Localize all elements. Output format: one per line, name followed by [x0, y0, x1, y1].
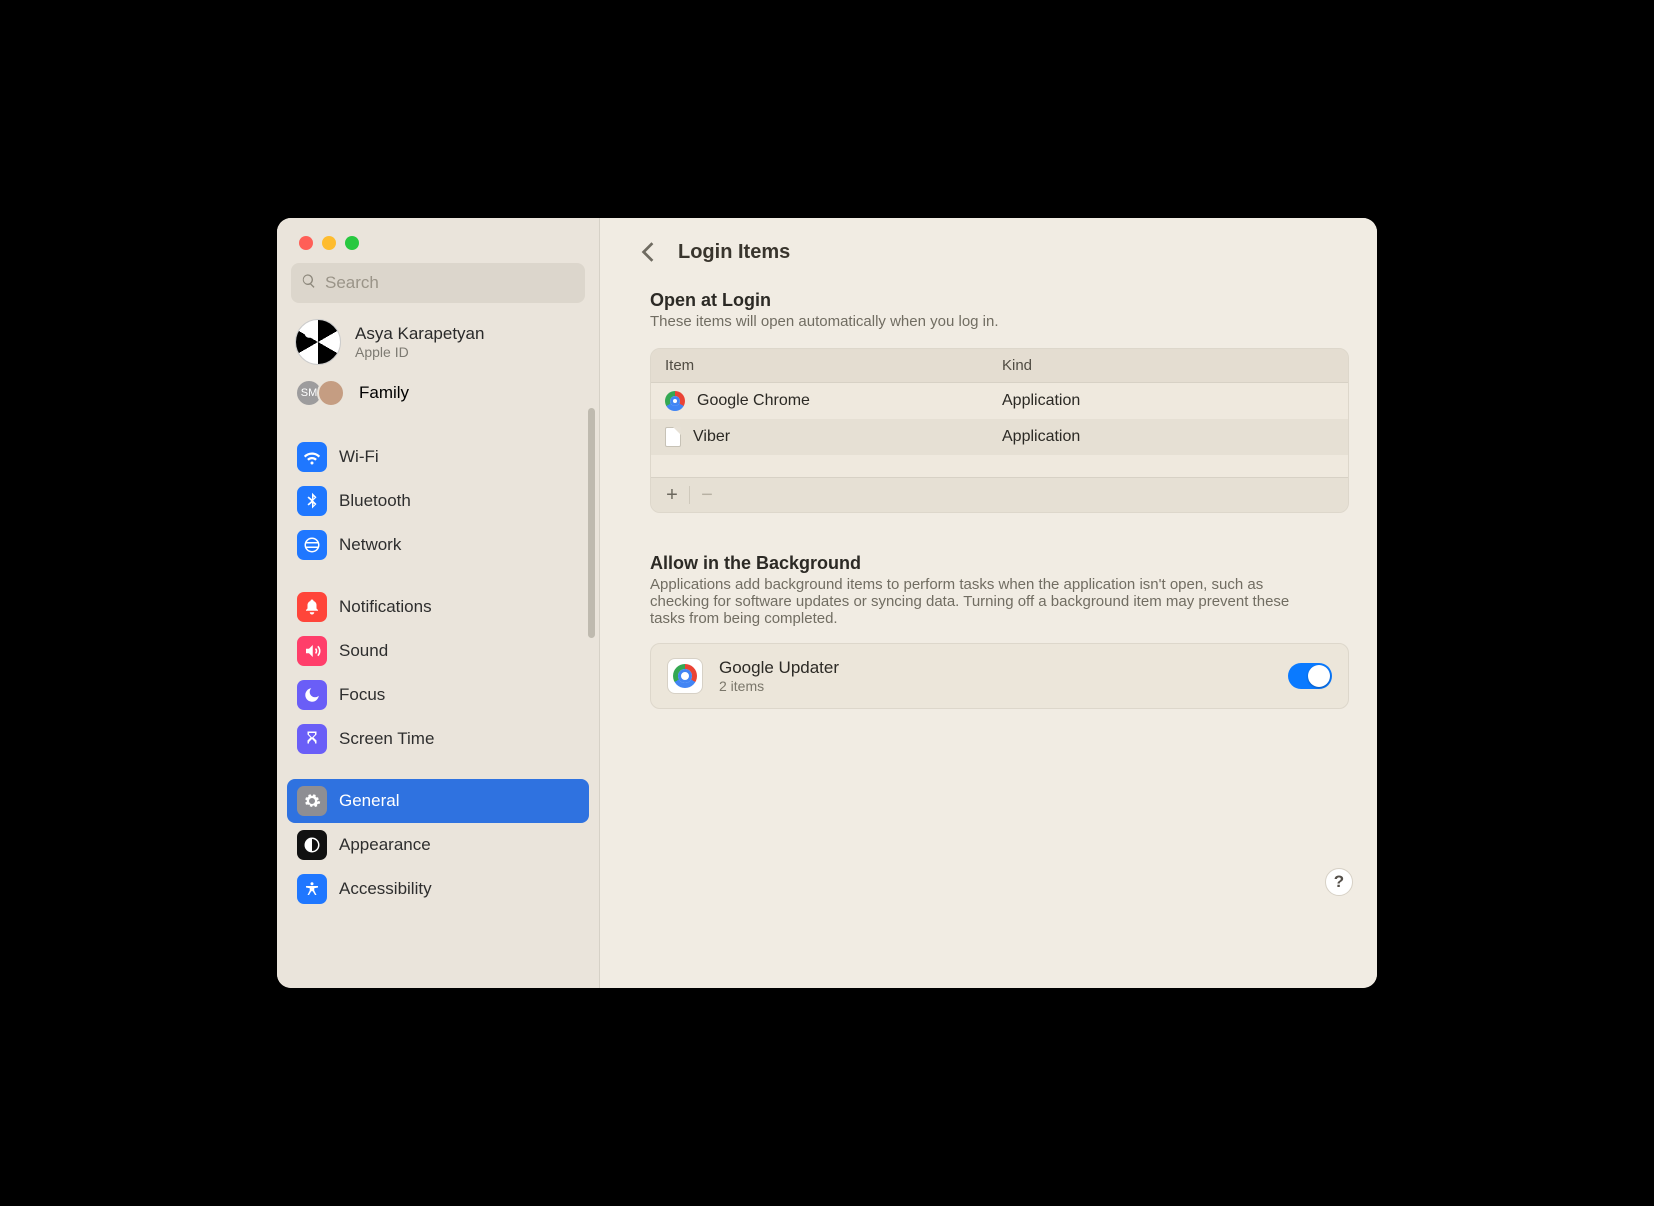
sidebar: Asya Karapetyan Apple ID SM Family Wi-Fi… [277, 218, 600, 988]
account-name: Asya Karapetyan [355, 324, 484, 344]
window-controls [277, 218, 599, 250]
chrome-icon [665, 391, 685, 411]
table-row[interactable]: Viber Application [651, 419, 1348, 455]
close-window-button[interactable] [299, 236, 313, 250]
table-empty-row [651, 455, 1348, 477]
sidebar-item-screentime[interactable]: Screen Time [287, 717, 589, 761]
minimize-window-button[interactable] [322, 236, 336, 250]
chrome-icon [673, 664, 697, 688]
network-icon [297, 530, 327, 560]
col-kind[interactable]: Kind [988, 349, 1348, 382]
speaker-icon [297, 636, 327, 666]
sidebar-item-label: Screen Time [339, 729, 434, 749]
search-input[interactable] [325, 273, 575, 293]
row-kind: Application [988, 384, 1348, 418]
help-button[interactable]: ? [1325, 868, 1353, 896]
back-button[interactable] [636, 240, 660, 264]
sidebar-item-focus[interactable]: Focus [287, 673, 589, 717]
row-kind: Application [988, 420, 1348, 454]
family-entry[interactable]: SM Family [287, 371, 589, 417]
open-at-login-sub: These items will open automatically when… [650, 313, 1349, 330]
sidebar-item-notifications[interactable]: Notifications [287, 585, 589, 629]
sidebar-item-network[interactable]: Network [287, 523, 589, 567]
background-sub: Applications add background items to per… [650, 576, 1310, 627]
sidebar-item-label: General [339, 791, 399, 811]
row-name: Google Chrome [697, 392, 810, 410]
sidebar-item-label: Network [339, 535, 401, 555]
sidebar-item-label: Appearance [339, 835, 431, 855]
sidebar-item-accessibility[interactable]: Accessibility [287, 867, 589, 911]
sidebar-item-label: Wi-Fi [339, 447, 379, 467]
apple-id-entry[interactable]: Asya Karapetyan Apple ID [287, 313, 589, 371]
family-label: Family [359, 383, 409, 403]
add-item-button[interactable]: + [661, 484, 683, 506]
sidebar-scrollbar[interactable] [588, 408, 595, 638]
remove-item-button[interactable]: − [696, 484, 718, 506]
login-items-table: Item Kind Google Chrome Application [650, 348, 1349, 513]
sidebar-item-label: Accessibility [339, 879, 432, 899]
search-icon [301, 273, 317, 294]
toggle-switch[interactable] [1288, 663, 1332, 689]
sidebar-item-label: Notifications [339, 597, 432, 617]
moon-icon [297, 680, 327, 710]
row-name: Viber [693, 428, 730, 446]
family-avatars: SM [295, 379, 345, 407]
background-list: Google Updater 2 items [650, 643, 1349, 709]
sidebar-item-label: Focus [339, 685, 385, 705]
appearance-icon [297, 830, 327, 860]
gear-icon [297, 786, 327, 816]
open-at-login-heading: Open at Login [650, 290, 1349, 311]
background-item[interactable]: Google Updater 2 items [651, 644, 1348, 708]
wifi-icon [297, 442, 327, 472]
table-row[interactable]: Google Chrome Application [651, 383, 1348, 419]
help-icon: ? [1334, 872, 1344, 892]
sidebar-item-bluetooth[interactable]: Bluetooth [287, 479, 589, 523]
sidebar-item-label: Sound [339, 641, 388, 661]
sidebar-item-wifi[interactable]: Wi-Fi [287, 435, 589, 479]
app-icon-wrapper [667, 658, 703, 694]
table-header: Item Kind [651, 349, 1348, 383]
page-title: Login Items [678, 241, 790, 264]
hourglass-icon [297, 724, 327, 754]
bluetooth-icon [297, 486, 327, 516]
settings-window: Asya Karapetyan Apple ID SM Family Wi-Fi… [277, 218, 1377, 988]
bg-item-name: Google Updater [719, 658, 1288, 678]
document-icon [665, 427, 681, 447]
bg-item-count: 2 items [719, 678, 1288, 694]
chevron-left-icon [641, 241, 655, 263]
avatar [295, 319, 341, 365]
sidebar-item-general[interactable]: General [287, 779, 589, 823]
accessibility-icon [297, 874, 327, 904]
maximize-window-button[interactable] [345, 236, 359, 250]
divider [689, 486, 690, 504]
account-sub: Apple ID [355, 344, 484, 360]
col-item[interactable]: Item [651, 349, 988, 382]
bell-icon [297, 592, 327, 622]
background-heading: Allow in the Background [650, 553, 1349, 574]
sidebar-item-label: Bluetooth [339, 491, 411, 511]
main-pane: Login Items Open at Login These items wi… [600, 218, 1377, 988]
sidebar-item-sound[interactable]: Sound [287, 629, 589, 673]
sidebar-item-appearance[interactable]: Appearance [287, 823, 589, 867]
search-field[interactable] [291, 263, 585, 303]
